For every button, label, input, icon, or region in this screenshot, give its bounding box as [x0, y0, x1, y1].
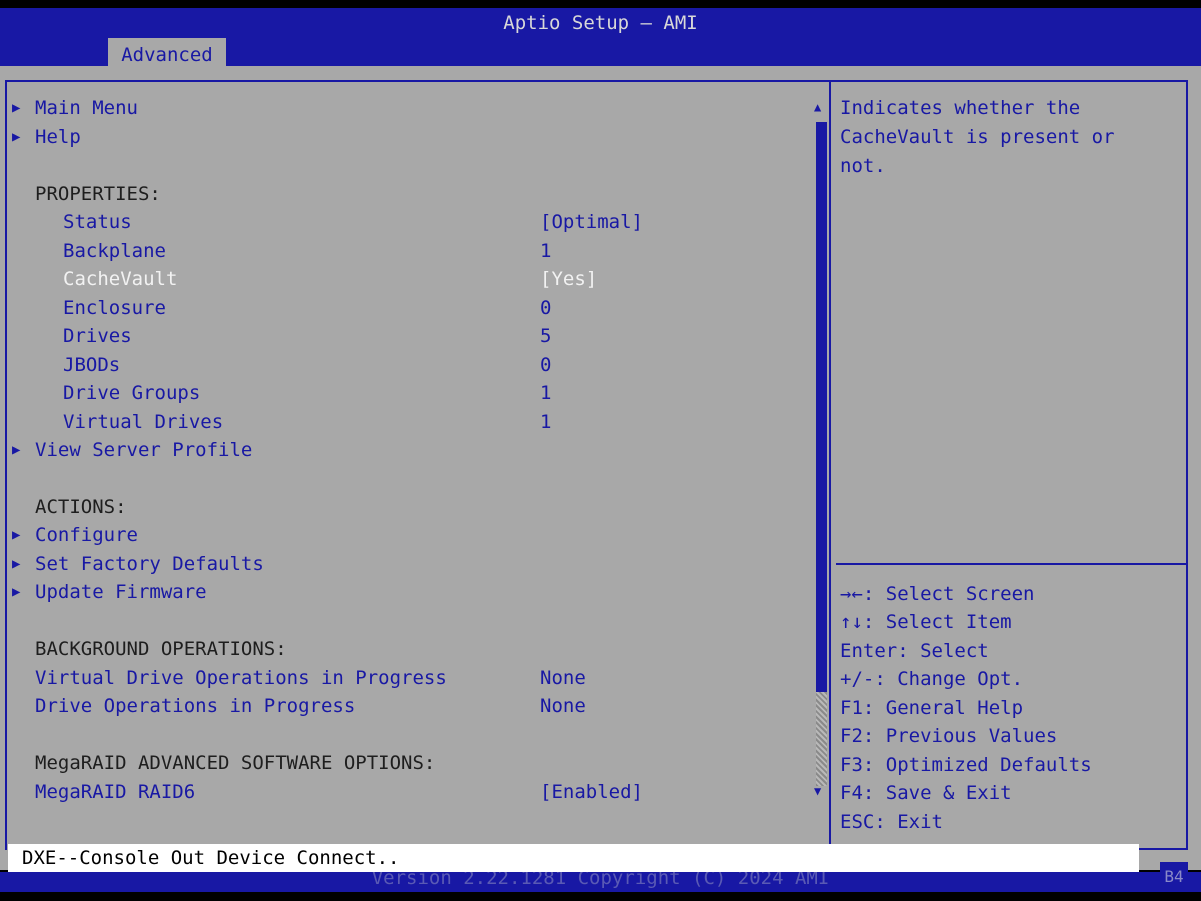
- menu-item-label: View Server Profile: [35, 439, 253, 461]
- drives-value: 5: [540, 325, 552, 347]
- enclosure-value: 0: [540, 297, 552, 319]
- menu-item-label: Update Firmware: [35, 581, 207, 603]
- submenu-arrow-icon: ▶: [12, 129, 21, 145]
- submenu-arrow-icon: ▶: [12, 527, 21, 543]
- status-value[interactable]: [Optimal]: [540, 209, 643, 235]
- vd-ops-value: None: [540, 667, 586, 689]
- help-line: Indicates whether the: [840, 97, 1081, 119]
- jbods-value: 0: [540, 354, 552, 376]
- post-code-badge: B4: [1160, 862, 1188, 892]
- jbods-label: JBODs: [63, 354, 121, 376]
- backplane-value: 1: [540, 240, 552, 262]
- submenu-arrow-icon: ▶: [12, 100, 21, 116]
- scrollbar-thumb[interactable]: [816, 122, 827, 692]
- scroll-up-icon[interactable]: ▲: [814, 100, 821, 114]
- key-hint: F1: General Help: [840, 697, 1024, 719]
- cachevault-value[interactable]: [Yes]: [540, 266, 597, 292]
- backplane-label: Backplane: [63, 240, 166, 262]
- background-operations-header: BACKGROUND OPERATIONS:: [35, 638, 287, 660]
- menu-item-label: Set Factory Defaults: [35, 553, 264, 575]
- help-line: CacheVault is present or: [840, 126, 1115, 148]
- console-status-line: DXE--Console Out Device Connect..: [8, 844, 1139, 872]
- menu-item-label: Main Menu: [35, 97, 138, 119]
- menu-item-label: Help: [35, 126, 81, 148]
- virtual-drives-value: 1: [540, 411, 552, 433]
- scroll-down-icon[interactable]: ▼: [814, 784, 821, 798]
- submenu-arrow-icon: ▶: [12, 442, 21, 458]
- scrollbar-track[interactable]: [816, 692, 827, 786]
- drive-ops-value: None: [540, 695, 586, 717]
- key-hint: →←: Select Screen: [840, 583, 1035, 605]
- help-divider: [836, 563, 1187, 565]
- key-hint: F4: Save & Exit: [840, 782, 1012, 804]
- submenu-arrow-icon: ▶: [12, 556, 21, 572]
- key-hint: F3: Optimized Defaults: [840, 754, 1092, 776]
- drives-label: Drives: [63, 325, 132, 347]
- drive-groups-label: Drive Groups: [63, 382, 201, 404]
- window-title: Aptio Setup – AMI: [503, 12, 698, 34]
- enclosure-label: Enclosure: [63, 297, 166, 319]
- title-bar: Aptio Setup – AMI Advanced: [0, 8, 1201, 72]
- megaraid-options-header: MegaRAID ADVANCED SOFTWARE OPTIONS:: [35, 752, 436, 774]
- actions-header: ACTIONS:: [35, 496, 127, 518]
- status-label: Status: [63, 211, 132, 233]
- key-hint: F2: Previous Values: [840, 725, 1058, 747]
- menu-item-label: Configure: [35, 524, 138, 546]
- raid6-label: MegaRAID RAID6: [35, 781, 196, 803]
- cachevault-label: CacheVault: [63, 268, 178, 290]
- key-hint: +/-: Change Opt.: [840, 668, 1024, 690]
- help-text: Indicates whether the CacheVault is pres…: [840, 94, 1180, 181]
- raid6-value[interactable]: [Enabled]: [540, 779, 643, 805]
- virtual-drives-label: Virtual Drives: [63, 411, 224, 433]
- vd-ops-label: Virtual Drive Operations in Progress: [35, 667, 447, 689]
- drive-groups-value: 1: [540, 382, 552, 404]
- key-hint: ↑↓: Select Item: [840, 611, 1012, 633]
- properties-header: PROPERTIES:: [35, 183, 161, 205]
- key-hint: ESC: Exit: [840, 811, 943, 833]
- drive-ops-label: Drive Operations in Progress: [35, 695, 356, 717]
- submenu-arrow-icon: ▶: [12, 584, 21, 600]
- key-hint: Enter: Select: [840, 640, 989, 662]
- help-line: not.: [840, 155, 886, 177]
